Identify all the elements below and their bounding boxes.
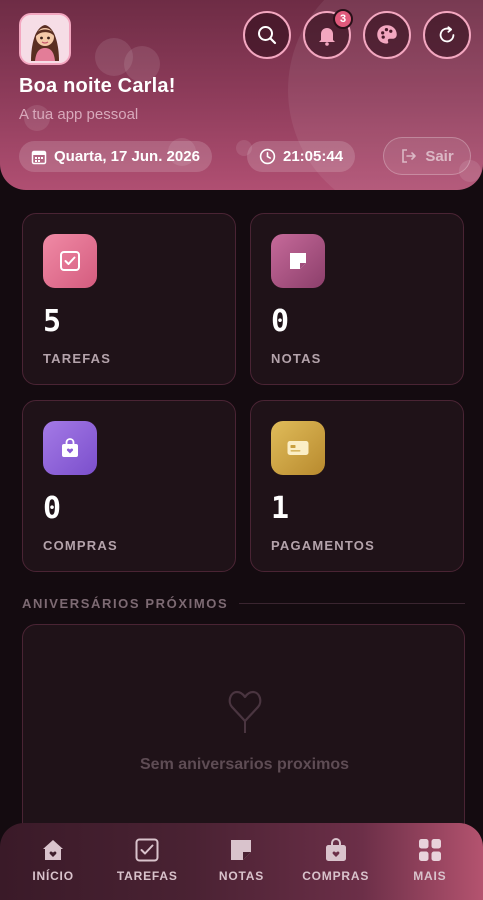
notifications-button[interactable]: 3 bbox=[303, 9, 353, 59]
stat-icon-box bbox=[271, 421, 325, 475]
stat-label: PAGAMENTOS bbox=[271, 538, 375, 553]
stat-value: 1 bbox=[271, 491, 290, 526]
shopping-bag-icon bbox=[325, 837, 346, 861]
avatar-image bbox=[21, 15, 69, 63]
stat-icon-box bbox=[43, 421, 97, 475]
stat-value: 0 bbox=[43, 491, 62, 526]
time-pill: 21:05:44 bbox=[247, 141, 356, 172]
balloon-icon bbox=[228, 690, 262, 733]
stat-card-tarefas[interactable]: 5 TAREFAS bbox=[22, 213, 236, 385]
refresh-icon bbox=[439, 26, 455, 43]
section-divider bbox=[239, 603, 465, 604]
nav-label: MAIS bbox=[413, 869, 447, 883]
nav-label: INÍCIO bbox=[32, 869, 74, 883]
stat-value: 5 bbox=[43, 304, 62, 339]
sticky-note-icon bbox=[290, 253, 306, 269]
date-text: Quarta, 17 Jun. 2026 bbox=[54, 148, 200, 165]
nav-item-mais[interactable]: MAIS bbox=[385, 837, 475, 883]
nav-item-notas[interactable]: NOTAS bbox=[196, 837, 286, 883]
greeting-title: Boa noite Carla! bbox=[19, 75, 176, 97]
stat-label: NOTAS bbox=[271, 351, 322, 366]
logout-icon bbox=[402, 149, 417, 163]
avatar[interactable] bbox=[19, 13, 71, 65]
stat-icon-box bbox=[43, 234, 97, 288]
search-icon bbox=[258, 26, 277, 45]
logout-label: Sair bbox=[425, 147, 454, 165]
nav-item-tarefas[interactable]: TAREFAS bbox=[102, 837, 192, 883]
search-button[interactable] bbox=[243, 11, 291, 59]
clock-icon bbox=[259, 148, 276, 165]
stat-label: TAREFAS bbox=[43, 351, 112, 366]
nav-label: TAREFAS bbox=[116, 869, 178, 883]
time-text: 21:05:44 bbox=[283, 148, 344, 165]
stat-card-compras[interactable]: 0 COMPRAS bbox=[22, 400, 236, 572]
grid-icon bbox=[418, 839, 441, 861]
stat-icon-box bbox=[271, 234, 325, 288]
nav-item-inicio[interactable]: INÍCIO bbox=[8, 837, 98, 883]
bottom-nav: INÍCIO TAREFAS NOTAS COMPRAS MAIS bbox=[0, 823, 483, 900]
empty-state-text: Sem aniversarios proximos bbox=[140, 756, 349, 773]
section-title-birthdays: ANIVERSÁRIOS PRÓXIMOS bbox=[22, 596, 229, 611]
home-icon bbox=[43, 840, 64, 860]
sticky-note-icon bbox=[231, 840, 252, 860]
credit-card-icon bbox=[287, 441, 309, 455]
refresh-button[interactable] bbox=[423, 11, 471, 59]
greeting-subtitle: A tua app pessoal bbox=[19, 106, 139, 123]
nav-label: COMPRAS bbox=[302, 869, 370, 883]
header: 3 Boa noite Carla! A tua app pessoal Qua… bbox=[0, 0, 483, 190]
calendar-icon bbox=[31, 150, 47, 164]
theme-button[interactable] bbox=[363, 11, 411, 59]
logout-button[interactable]: Sair bbox=[383, 137, 471, 175]
date-pill: Quarta, 17 Jun. 2026 bbox=[19, 141, 212, 172]
checkbox-icon bbox=[60, 251, 80, 271]
bell-icon bbox=[319, 28, 335, 46]
stat-card-notas[interactable]: 0 NOTAS bbox=[250, 213, 464, 385]
nav-label: NOTAS bbox=[218, 869, 265, 883]
stat-value: 0 bbox=[271, 304, 290, 339]
shopping-bag-icon bbox=[62, 438, 78, 457]
stat-card-pagamentos[interactable]: 1 PAGAMENTOS bbox=[250, 400, 464, 572]
notification-badge: 3 bbox=[333, 9, 353, 29]
birthdays-card: Sem aniversarios proximos bbox=[22, 624, 465, 854]
stat-label: COMPRAS bbox=[43, 538, 118, 553]
nav-item-compras[interactable]: COMPRAS bbox=[291, 837, 381, 883]
checkbox-icon bbox=[135, 838, 159, 862]
palette-icon bbox=[377, 25, 397, 44]
